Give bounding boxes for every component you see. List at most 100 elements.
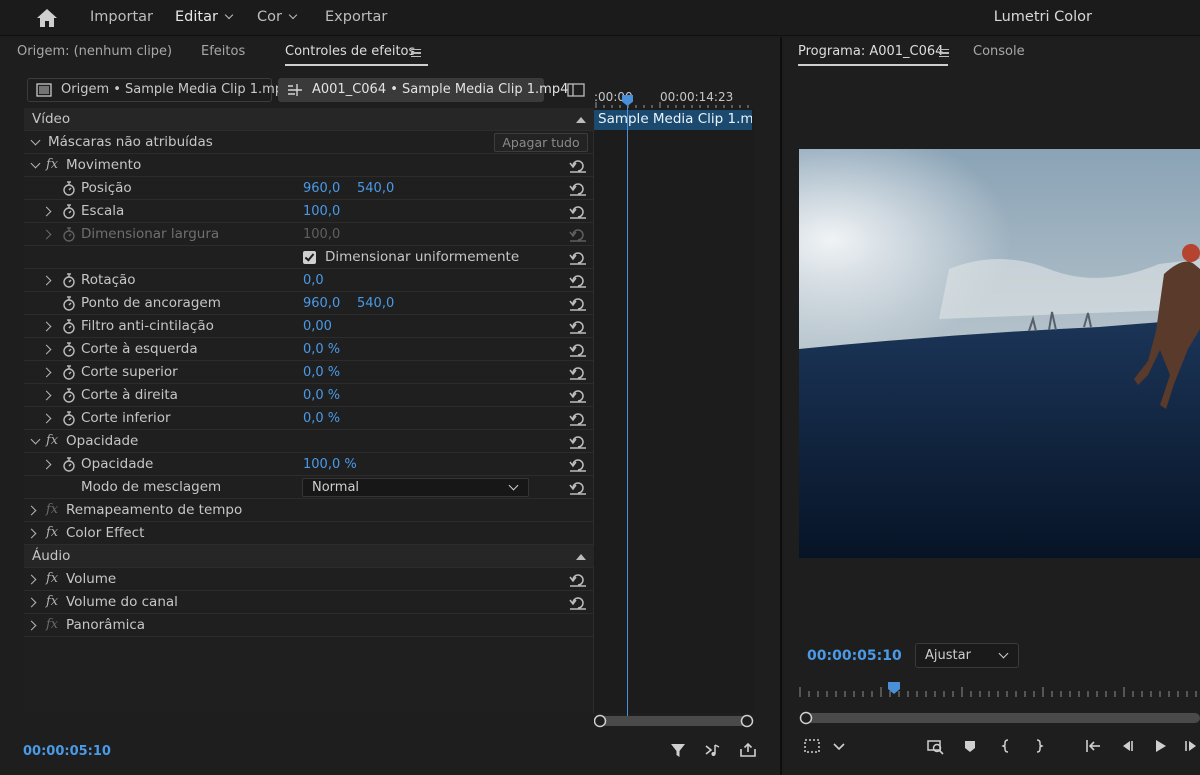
reset-icon[interactable]: [569, 205, 587, 219]
time-remap-row[interactable]: fx Remapeamento de tempo: [24, 499, 594, 522]
volume-row[interactable]: fx Volume: [24, 568, 594, 591]
opacity-effect-row[interactable]: fx Opacidade: [24, 430, 594, 453]
program-video-frame[interactable]: [799, 149, 1200, 558]
fx-icon[interactable]: fx: [46, 433, 58, 448]
mini-timeline-ruler[interactable]: :00:00 00:00:14:23: [594, 85, 762, 108]
chevron-down-icon[interactable]: [30, 135, 41, 146]
reset-icon[interactable]: [569, 366, 587, 380]
stopwatch-icon[interactable]: [62, 204, 76, 219]
mini-timeline[interactable]: Sample Media Clip 1.mp4: [594, 108, 754, 713]
chevron-right-icon[interactable]: [26, 528, 37, 539]
anchor-x-value[interactable]: 960,0: [303, 296, 340, 311]
menu-importar[interactable]: Importar: [90, 9, 153, 25]
chevron-right-icon[interactable]: [26, 597, 37, 608]
flicker-value[interactable]: 0,00: [303, 319, 332, 334]
chevron-right-icon[interactable]: [41, 344, 52, 355]
step-back-icon[interactable]: [1118, 737, 1136, 755]
rotation-value[interactable]: 0,0: [303, 273, 324, 288]
chevron-right-icon[interactable]: [41, 275, 52, 286]
stopwatch-icon[interactable]: [62, 411, 76, 426]
uniform-scale-checkbox[interactable]: [303, 251, 316, 264]
stopwatch-icon[interactable]: [62, 296, 76, 311]
stopwatch-icon[interactable]: [62, 273, 76, 288]
reset-icon[interactable]: [569, 458, 587, 472]
reset-icon[interactable]: [569, 320, 587, 334]
reset-icon[interactable]: [569, 297, 587, 311]
position-x-value[interactable]: 960,0: [303, 181, 340, 196]
crop-bottom-value[interactable]: 0,0 %: [303, 411, 340, 426]
add-marker-icon[interactable]: [961, 737, 979, 755]
crop-top-value[interactable]: 0,0 %: [303, 365, 340, 380]
clear-all-button[interactable]: Apagar tudo: [494, 133, 588, 152]
panel-menu-icon[interactable]: [939, 49, 949, 57]
zoom-fit-select[interactable]: Ajustar: [915, 643, 1019, 668]
reset-icon[interactable]: [569, 251, 587, 265]
collapse-up-icon[interactable]: [576, 554, 586, 560]
reset-icon[interactable]: [569, 412, 587, 426]
reset-icon[interactable]: [569, 435, 587, 449]
go-to-in-icon[interactable]: [1084, 737, 1102, 755]
chevron-right-icon[interactable]: [41, 413, 52, 424]
clip-tab-sequence[interactable]: A001_C064 • Sample Media Clip 1.mp4: [278, 78, 568, 102]
audio-section-header[interactable]: Áudio: [24, 545, 594, 568]
reset-icon[interactable]: [569, 596, 587, 610]
blend-mode-select[interactable]: Normal: [302, 478, 529, 497]
stopwatch-icon[interactable]: [62, 342, 76, 357]
chevron-right-icon[interactable]: [26, 505, 37, 516]
reset-icon[interactable]: [569, 274, 587, 288]
menu-cor[interactable]: Cor: [257, 9, 298, 25]
stopwatch-icon[interactable]: [62, 181, 76, 196]
tab-console[interactable]: Console: [973, 44, 1025, 59]
stopwatch-icon[interactable]: [62, 457, 76, 472]
step-forward-icon[interactable]: [1183, 737, 1200, 755]
tab-program[interactable]: Programa: A001_C064: [798, 44, 943, 59]
chevron-right-icon[interactable]: [41, 459, 52, 470]
tab-effect-controls[interactable]: Controles de efeitos: [285, 44, 415, 59]
stopwatch-icon[interactable]: [62, 365, 76, 380]
current-timecode[interactable]: 00:00:05:10: [23, 744, 111, 759]
reset-icon[interactable]: [569, 389, 587, 403]
chevron-right-icon[interactable]: [41, 229, 52, 240]
opacity-value[interactable]: 100,0 %: [303, 457, 357, 472]
position-y-value[interactable]: 540,0: [357, 181, 394, 196]
timeline-zoom-scrollbar[interactable]: [594, 714, 754, 728]
menu-exportar[interactable]: Exportar: [325, 9, 387, 25]
chevron-right-icon[interactable]: [26, 574, 37, 585]
fx-icon[interactable]: fx: [46, 594, 58, 609]
program-timecode[interactable]: 00:00:05:10: [807, 648, 902, 664]
home-icon[interactable]: [36, 8, 58, 28]
motion-effect-row[interactable]: fx Movimento: [24, 154, 594, 177]
reset-icon[interactable]: [569, 182, 587, 196]
mark-in-icon[interactable]: [998, 737, 1016, 755]
chevron-right-icon[interactable]: [41, 206, 52, 217]
collapse-up-icon[interactable]: [576, 117, 586, 123]
export-icon[interactable]: [739, 742, 757, 758]
chevron-right-icon[interactable]: [41, 321, 52, 332]
crop-left-value[interactable]: 0,0 %: [303, 342, 340, 357]
mark-out-icon[interactable]: [1030, 737, 1048, 755]
chevron-down-icon[interactable]: [30, 434, 41, 445]
reset-icon[interactable]: [569, 573, 587, 587]
panner-row[interactable]: fx Panorâmica: [24, 614, 594, 637]
filter-icon[interactable]: [669, 742, 687, 758]
fx-icon[interactable]: fx: [46, 571, 58, 586]
stopwatch-icon[interactable]: [62, 319, 76, 334]
tab-effects[interactable]: Efeitos: [201, 44, 245, 59]
chevron-right-icon[interactable]: [41, 367, 52, 378]
fx-icon[interactable]: fx: [46, 525, 58, 540]
clip-tab-source[interactable]: Origem • Sample Media Clip 1.mp4: [27, 78, 291, 102]
audio-toggle-icon[interactable]: [704, 742, 722, 758]
scale-value[interactable]: 100,0: [303, 204, 340, 219]
chevron-down-icon[interactable]: [30, 158, 41, 169]
panel-menu-icon[interactable]: [411, 49, 421, 57]
channel-volume-row[interactable]: fx Volume do canal: [24, 591, 594, 614]
menu-editar[interactable]: Editar: [175, 9, 234, 25]
chevron-down-icon[interactable]: [830, 737, 848, 755]
panel-toggle-icon[interactable]: [567, 83, 585, 97]
timeline-clip[interactable]: Sample Media Clip 1.mp4: [594, 110, 752, 130]
fx-icon[interactable]: fx: [46, 157, 58, 172]
chevron-right-icon[interactable]: [41, 390, 52, 401]
safe-margins-icon[interactable]: [803, 737, 821, 755]
video-section-header[interactable]: Vídeo: [24, 108, 594, 131]
chevron-right-icon[interactable]: [26, 620, 37, 631]
